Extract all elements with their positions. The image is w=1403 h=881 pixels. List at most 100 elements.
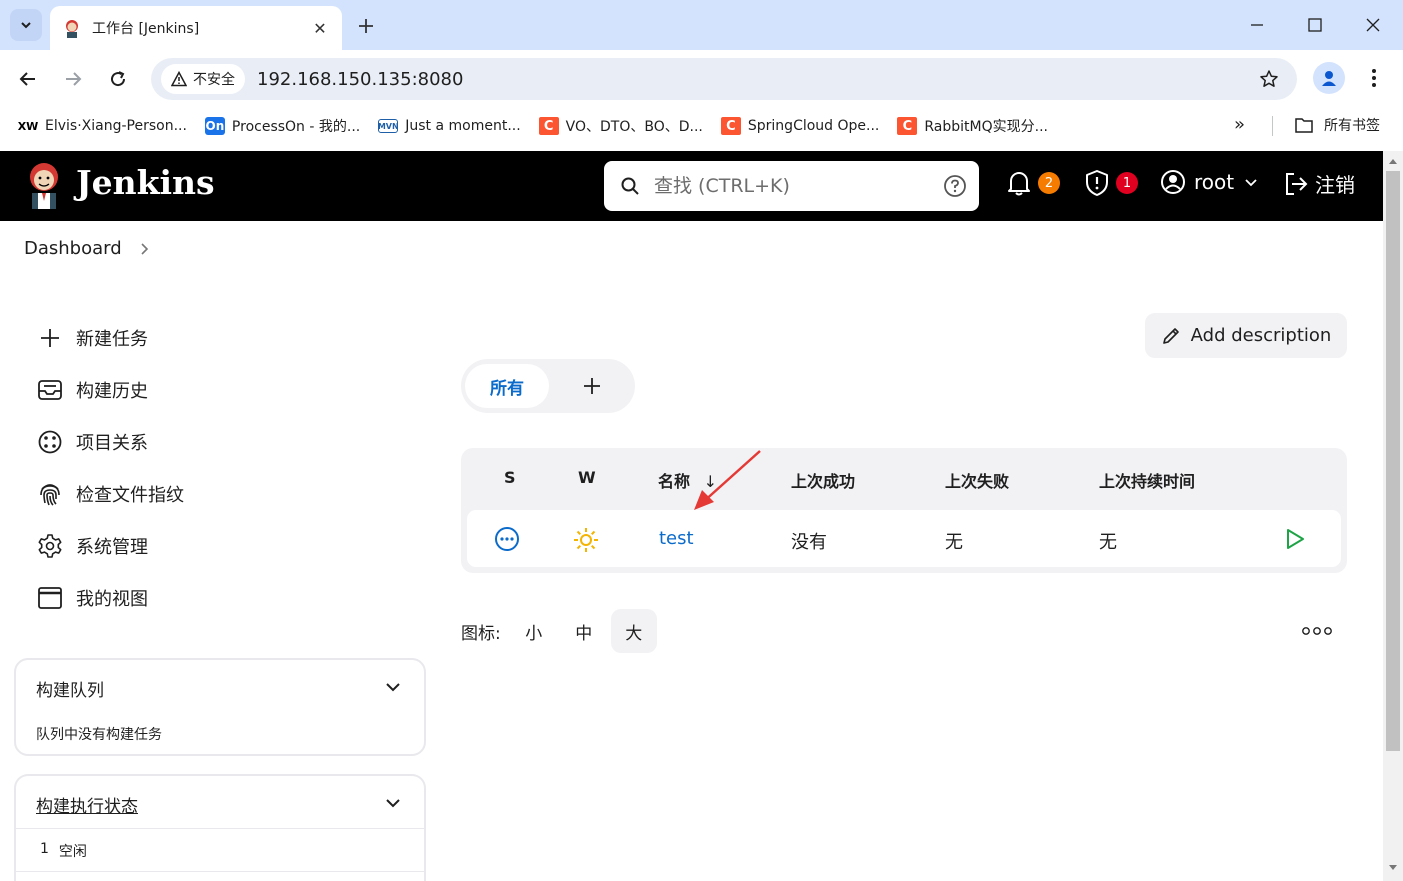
tab-all[interactable]: 所有 (465, 364, 549, 408)
reload-button[interactable] (102, 63, 134, 95)
tab-search-button[interactable] (10, 9, 42, 41)
jenkins-logo-icon[interactable] (24, 161, 64, 211)
user-menu-button[interactable]: root (1160, 169, 1258, 195)
scrollbar-thumb[interactable] (1386, 171, 1400, 751)
add-description-button[interactable]: Add description (1145, 313, 1347, 358)
url-text[interactable]: 192.168.150.135:8080 (257, 69, 1253, 90)
chevron-down-icon[interactable] (384, 794, 402, 812)
column-header-last-success[interactable]: 上次成功 (791, 468, 855, 492)
bookmark-item[interactable]: On ProcessOn - 我的... (204, 116, 361, 136)
close-window-button[interactable] (1358, 10, 1388, 40)
scroll-down-icon[interactable] (1388, 864, 1398, 872)
icon-size-selector: 图标: 小 中 大 (461, 609, 657, 653)
weather-sunny-icon[interactable] (573, 527, 599, 553)
bookmark-label: Just a moment... (405, 118, 521, 134)
chevron-down-icon (21, 22, 31, 29)
sidebar-item-label: 新建任务 (76, 329, 148, 350)
status-not-built-icon[interactable] (494, 526, 520, 552)
sidebar-item-build-history[interactable]: 构建历史 (37, 377, 148, 403)
build-queue-title[interactable]: 构建队列 (36, 676, 104, 701)
chevron-right-icon[interactable] (140, 242, 150, 256)
bookmark-label: ProcessOn - 我的... (231, 119, 361, 135)
plus-icon (584, 378, 600, 394)
search-input[interactable] (654, 175, 924, 197)
icon-size-medium[interactable]: 中 (561, 609, 607, 653)
forward-button[interactable] (57, 63, 89, 95)
more-actions-icon[interactable] (1302, 624, 1332, 638)
column-header-last-failure[interactable]: 上次失败 (945, 468, 1009, 492)
play-icon[interactable] (1285, 528, 1305, 550)
bell-icon (1008, 172, 1030, 196)
maximize-button[interactable] (1300, 10, 1330, 40)
bookmarks-overflow-button[interactable]: » (1234, 114, 1245, 135)
processon-icon: On (204, 117, 225, 135)
chevron-down-icon[interactable] (384, 678, 402, 696)
sidebar-item-fingerprint[interactable]: 检查文件指纹 (37, 481, 184, 507)
icon-size-large[interactable]: 大 (610, 609, 657, 653)
vertical-dots-icon (1372, 69, 1376, 87)
column-header-status[interactable]: S (504, 468, 516, 487)
icon-size-small[interactable]: 小 (511, 609, 557, 653)
executor-status: 空闲 (58, 844, 87, 860)
new-tab-button[interactable] (352, 12, 380, 40)
browser-menu-button[interactable] (1360, 62, 1388, 94)
arrow-left-icon (19, 72, 35, 86)
csdn-icon: C (720, 117, 741, 135)
add-view-button[interactable] (577, 371, 607, 401)
bookmark-item[interactable]: C RabbitMQ实现分... (897, 116, 1048, 136)
close-tab-icon[interactable]: ✕ (310, 18, 330, 38)
column-header-last-duration[interactable]: 上次持续时间 (1099, 468, 1195, 492)
notifications-button[interactable]: 2 (1006, 169, 1060, 197)
executor-number: 1 (40, 841, 49, 857)
tab-title: 工作台 [Jenkins] (92, 21, 200, 37)
all-bookmarks-button[interactable]: 所有书签 (1294, 115, 1380, 135)
plus-icon (37, 325, 63, 351)
security-alerts-button[interactable]: 1 (1084, 169, 1138, 197)
warning-icon (171, 71, 187, 87)
sidebar-item-project-relationship[interactable]: 项目关系 (37, 429, 148, 455)
person-icon (1322, 71, 1336, 86)
bookmark-star-button[interactable] (1253, 63, 1285, 95)
bookmark-item[interactable]: XW Elvis·Xiang-Person... (18, 116, 187, 136)
sidebar-item-my-views[interactable]: 我的视图 (37, 585, 148, 611)
security-badge: 1 (1116, 172, 1138, 194)
jenkins-brand[interactable]: Jenkins (76, 163, 215, 202)
add-description-label: Add description (1190, 325, 1332, 346)
minimize-button[interactable] (1242, 10, 1272, 40)
logout-button[interactable]: 注销 (1283, 169, 1355, 198)
profile-button[interactable] (1313, 62, 1345, 94)
bookmark-item[interactable]: MVN Just a moment... (378, 116, 521, 136)
search-box (604, 161, 979, 211)
sidebar-item-manage-jenkins[interactable]: 系统管理 (37, 533, 148, 559)
gear-icon (37, 533, 63, 559)
job-link-test[interactable]: test (659, 528, 694, 549)
page-scrollbar[interactable] (1383, 151, 1403, 881)
security-chip[interactable]: 不安全 (161, 64, 245, 94)
help-icon[interactable] (943, 174, 967, 198)
browser-tab-jenkins[interactable]: 工作台 [Jenkins] ✕ (50, 6, 342, 50)
sidebar-item-new-job[interactable]: 新建任务 (37, 325, 148, 351)
executors-divider (16, 871, 424, 872)
job-last-failure: 无 (945, 532, 963, 553)
scroll-up-icon[interactable] (1388, 157, 1398, 165)
build-queue-card: 构建队列 队列中没有构建任务 (14, 658, 426, 756)
star-icon (1260, 70, 1278, 87)
address-bar[interactable]: 不安全 192.168.150.135:8080 (151, 58, 1297, 100)
maximize-icon (1308, 18, 1322, 32)
plus-icon (359, 19, 373, 33)
all-bookmarks-label: 所有书签 (1324, 118, 1380, 134)
annotation-arrow-icon (694, 450, 761, 510)
bookmark-item[interactable]: C SpringCloud Ope... (720, 116, 879, 136)
logout-icon (1286, 172, 1308, 195)
jenkins-favicon-icon (66, 20, 78, 38)
user-circle-icon (1161, 170, 1185, 194)
sidebar-item-label: 我的视图 (76, 589, 148, 610)
bookmark-item[interactable]: C VO、DTO、BO、D... (538, 116, 703, 136)
pencil-icon (1162, 327, 1179, 344)
build-queue-empty-text: 队列中没有构建任务 (36, 727, 162, 743)
back-button[interactable] (12, 63, 44, 95)
executors-title[interactable]: 构建执行状态 (36, 792, 138, 817)
breadcrumb-dashboard[interactable]: Dashboard (24, 238, 122, 259)
column-header-weather[interactable]: W (578, 468, 596, 487)
arrow-right-icon (66, 72, 82, 86)
